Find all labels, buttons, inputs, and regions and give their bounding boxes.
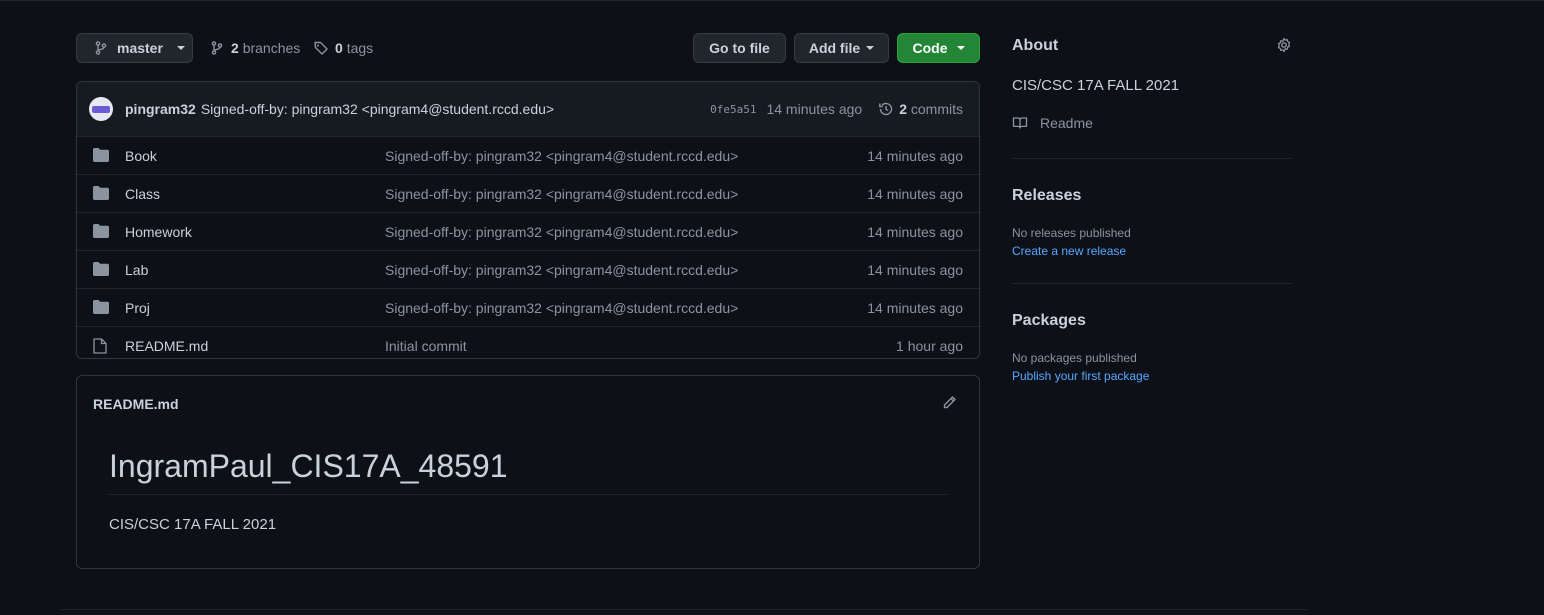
tags-label: tags xyxy=(346,40,374,56)
file-commit-message[interactable]: Signed-off-by: pingram32 <pingram4@stude… xyxy=(385,262,738,278)
footer-divider xyxy=(60,609,1308,610)
file-name[interactable]: Book xyxy=(125,148,157,164)
readme-body: CIS/CSC 17A FALL 2021 xyxy=(109,516,277,533)
packages-title[interactable]: Packages xyxy=(1012,312,1086,330)
branches-label: branches xyxy=(242,40,301,56)
branches-count: 2 xyxy=(231,40,239,56)
readme-link[interactable]: Readme xyxy=(1012,115,1093,131)
tag-icon xyxy=(314,41,328,55)
book-icon xyxy=(1012,117,1028,129)
file-listing: pingram32 Signed-off-by: pingram32 <ping… xyxy=(76,81,980,359)
latest-commit-bar: pingram32 Signed-off-by: pingram32 <ping… xyxy=(77,82,979,137)
tags-link[interactable]: 0 tags xyxy=(313,33,373,63)
file-name[interactable]: Lab xyxy=(125,262,148,278)
avatar[interactable] xyxy=(89,97,113,121)
branch-icon xyxy=(211,41,223,55)
commits-count: 2 xyxy=(899,101,907,117)
branch-select-button[interactable]: master xyxy=(76,33,193,63)
gear-icon[interactable] xyxy=(1276,37,1292,53)
commits-label: commits xyxy=(910,101,963,117)
commit-meta: 0fe5a51 14 minutes ago 2 commits xyxy=(710,82,963,136)
file-row[interactable]: Class Signed-off-by: pingram32 <pingram4@… xyxy=(77,174,979,212)
branches-link[interactable]: 2 branches xyxy=(209,33,300,63)
branch-icon xyxy=(95,41,107,55)
file-commit-message[interactable]: Initial commit xyxy=(385,338,467,354)
file-age: 14 minutes ago xyxy=(867,261,963,278)
add-file-button[interactable]: Add file xyxy=(794,33,889,63)
commit-age: 14 minutes ago xyxy=(766,101,863,117)
commits-link[interactable]: 2 commits xyxy=(878,101,963,117)
chevron-down-icon xyxy=(956,46,965,50)
chevron-down-icon xyxy=(176,46,185,50)
top-border xyxy=(0,0,1544,1)
publish-package-link[interactable]: Publish your first package xyxy=(1012,369,1149,383)
releases-empty-text: No releases published xyxy=(1012,226,1131,240)
folder-icon xyxy=(93,186,109,203)
repo-toolbar: master 2 branches 0 tags Go to file Add … xyxy=(76,33,980,65)
tags-count: 0 xyxy=(335,40,343,56)
releases-title[interactable]: Releases xyxy=(1012,187,1081,205)
repo-description: CIS/CSC 17A FALL 2021 xyxy=(1012,77,1180,94)
readme-panel: README.md IngramPaul_CIS17A_48591 CIS/CS… xyxy=(76,375,980,569)
code-button[interactable]: Code xyxy=(897,33,980,63)
go-to-file-button[interactable]: Go to file xyxy=(693,33,786,63)
folder-icon xyxy=(93,262,109,279)
commit-sha[interactable]: 0fe5a51 xyxy=(710,103,756,116)
file-commit-message[interactable]: Signed-off-by: pingram32 <pingram4@stude… xyxy=(385,148,738,164)
code-label: Code xyxy=(912,40,948,56)
about-title: About xyxy=(1012,37,1059,54)
add-file-label: Add file xyxy=(808,40,861,56)
readme-filename[interactable]: README.md xyxy=(93,396,179,412)
file-row[interactable]: README.md Initial commit 1 hour ago xyxy=(77,326,979,358)
file-icon xyxy=(93,338,107,357)
file-name[interactable]: README.md xyxy=(125,338,208,354)
readme-link-label: Readme xyxy=(1040,115,1093,131)
file-age: 1 hour ago xyxy=(896,337,963,354)
folder-icon xyxy=(93,224,109,241)
file-row[interactable]: Book Signed-off-by: pingram32 <pingram4@s… xyxy=(77,137,979,174)
file-name[interactable]: Proj xyxy=(125,300,150,316)
chevron-down-icon xyxy=(866,46,875,50)
file-row[interactable]: Homework Signed-off-by: pingram32 <pingra… xyxy=(77,212,979,250)
folder-icon xyxy=(93,300,109,317)
file-age: 14 minutes ago xyxy=(867,147,963,164)
branch-name: master xyxy=(117,40,163,56)
packages-empty-text: No packages published xyxy=(1012,351,1137,365)
file-commit-message[interactable]: Signed-off-by: pingram32 <pingram4@stude… xyxy=(385,186,738,202)
file-age: 14 minutes ago xyxy=(867,223,963,240)
commit-message[interactable]: Signed-off-by: pingram32 <pingram4@stude… xyxy=(201,101,554,117)
create-release-link[interactable]: Create a new release xyxy=(1012,244,1126,258)
history-icon xyxy=(879,102,893,116)
readme-divider xyxy=(109,494,947,495)
file-commit-message[interactable]: Signed-off-by: pingram32 <pingram4@stude… xyxy=(385,300,738,316)
sidebar-divider xyxy=(1012,158,1292,159)
sidebar-divider xyxy=(1012,283,1292,284)
folder-icon xyxy=(93,148,109,165)
file-name[interactable]: Homework xyxy=(125,224,192,240)
file-row[interactable]: Lab Signed-off-by: pingram32 <pingram4@st… xyxy=(77,250,979,288)
pencil-icon[interactable] xyxy=(941,395,957,411)
file-age: 14 minutes ago xyxy=(867,299,963,316)
file-age: 14 minutes ago xyxy=(867,185,963,202)
file-commit-message[interactable]: Signed-off-by: pingram32 <pingram4@stude… xyxy=(385,224,738,240)
commit-author[interactable]: pingram32 xyxy=(125,101,196,117)
readme-heading: IngramPaul_CIS17A_48591 xyxy=(109,448,508,484)
file-rows: Book Signed-off-by: pingram32 <pingram4@s… xyxy=(77,137,979,358)
file-row[interactable]: Proj Signed-off-by: pingram32 <pingram4@s… xyxy=(77,288,979,326)
file-name[interactable]: Class xyxy=(125,186,160,202)
